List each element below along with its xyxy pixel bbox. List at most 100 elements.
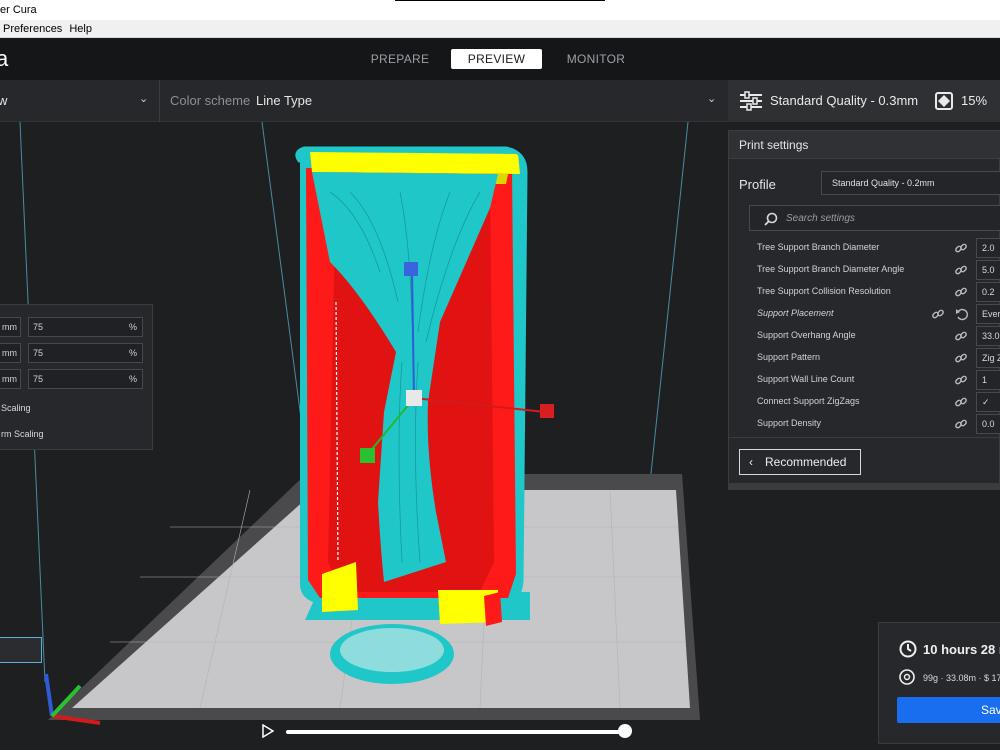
setting-row: Tree Support Branch Diameter 2.0	[729, 237, 1000, 259]
setting-value[interactable]: 2.0	[976, 238, 1000, 258]
view-type-value[interactable]: w	[0, 93, 7, 108]
infill-icon	[935, 92, 953, 110]
print-estimate-panel: 10 hours 28 m 99g · 33.08m · $ 17. Sav	[878, 622, 1000, 744]
link-icon[interactable]	[954, 285, 968, 299]
percent-unit: %	[128, 348, 137, 358]
titlebar-accent	[395, 0, 605, 1]
link-icon[interactable]	[931, 307, 945, 321]
gizmo-center-handle	[406, 390, 422, 406]
material-estimate: 99g · 33.08m · $ 17.	[923, 673, 1000, 683]
toolbar-divider	[159, 80, 160, 122]
scale-x-percent[interactable]: 75%	[28, 317, 143, 337]
link-icon[interactable]	[954, 395, 968, 409]
setting-label: Support Pattern	[757, 352, 821, 362]
setting-label: Tree Support Branch Diameter	[757, 242, 880, 252]
setting-value[interactable]: 5.0	[976, 260, 1000, 280]
scale-z-mm[interactable]: mm	[0, 369, 21, 389]
color-scheme-label: Color scheme	[170, 93, 251, 108]
scale-x-value: 75	[33, 322, 44, 332]
chevron-left-icon: ‹	[749, 455, 753, 469]
left-tool-field[interactable]	[0, 637, 42, 663]
setting-row: Support Wall Line Count 1	[729, 369, 1000, 391]
scale-x-mm[interactable]: mm	[0, 317, 21, 337]
filament-icon	[899, 669, 915, 685]
percent-unit: %	[128, 322, 137, 332]
clock-icon	[899, 640, 917, 658]
setting-label: Support Placement	[757, 308, 834, 318]
tab-monitor[interactable]: MONITOR	[556, 49, 636, 69]
setting-label: Support Density	[757, 418, 822, 428]
window-titlebar: er Cura	[0, 0, 1000, 20]
link-icon[interactable]	[954, 373, 968, 387]
setting-row: Connect Support ZigZags ✓	[729, 391, 1000, 413]
scale-y-mm[interactable]: mm	[0, 343, 21, 363]
menu-preferences[interactable]: Preferences	[3, 23, 62, 35]
scale-y-value: 75	[33, 348, 44, 358]
search-settings-input[interactable]: Search settings	[749, 205, 1000, 231]
search-icon	[764, 212, 778, 226]
setting-value[interactable]: Zig Z	[976, 348, 1000, 368]
simulation-slider-track[interactable]	[286, 730, 626, 734]
scale-z-value: 75	[33, 374, 44, 384]
search-placeholder: Search settings	[786, 213, 855, 224]
setting-label: Support Overhang Angle	[757, 330, 856, 340]
link-icon[interactable]	[954, 417, 968, 431]
chevron-down-icon[interactable]: ⌄	[139, 92, 148, 105]
link-icon[interactable]	[954, 263, 968, 277]
setting-row: Support Placement Ever	[729, 303, 1000, 325]
setting-row: Support Pattern Zig Z	[729, 347, 1000, 369]
quality-profile-label: Standard Quality - 0.3mm	[770, 93, 919, 108]
simulation-slider-handle[interactable]	[618, 724, 632, 738]
setting-label: Tree Support Collision Resolution	[757, 286, 891, 296]
recommended-label: Recommended	[765, 455, 847, 469]
infill-percentage: 15%	[961, 93, 988, 108]
window-title: er Cura	[0, 4, 37, 16]
link-icon[interactable]	[954, 329, 968, 343]
reset-icon[interactable]	[955, 307, 969, 321]
cura-window: er Cura Preferences Help a PREPARE PREVIE…	[0, 0, 1000, 750]
gizmo-z-handle	[404, 262, 418, 276]
setting-row: Support Overhang Angle 33.0	[729, 325, 1000, 347]
setting-row: Support Density 0.0	[729, 413, 1000, 435]
setting-label: Tree Support Branch Diameter Angle	[757, 264, 905, 274]
setting-value[interactable]: 0.2	[976, 282, 1000, 302]
color-scheme-select[interactable]: Line Type	[256, 93, 312, 108]
tab-preview[interactable]: PREVIEW	[451, 49, 542, 69]
link-icon[interactable]	[954, 351, 968, 365]
print-time: 10 hours 28 m	[923, 642, 1000, 657]
print-settings-title: Print settings	[739, 138, 809, 152]
setting-checkbox[interactable]: ✓	[976, 392, 1000, 412]
setting-label: Support Wall Line Count	[757, 374, 855, 384]
panel-divider	[729, 437, 1000, 438]
setting-value[interactable]: 33.0	[976, 326, 1000, 346]
snap-scaling-checkbox[interactable]: Scaling	[1, 403, 31, 413]
scale-z-percent[interactable]: 75%	[28, 369, 143, 389]
scale-tool-panel: mm 75% mm 75% mm 75% Scaling rm Scaling	[0, 304, 153, 450]
print-settings-panel: Print settings Profile Standard Quality …	[728, 130, 1000, 490]
tab-prepare[interactable]: PREPARE	[360, 49, 440, 69]
scale-y-percent[interactable]: 75%	[28, 343, 143, 363]
setting-value[interactable]: 0.0	[976, 414, 1000, 434]
print-setup-selector[interactable]: Standard Quality - 0.3mm 15%	[728, 80, 1000, 122]
save-to-disk-button[interactable]: Sav	[897, 697, 1000, 723]
settings-sliders-icon	[740, 91, 762, 111]
chevron-down-icon[interactable]: ⌄	[707, 92, 716, 105]
print-settings-header: Print settings	[729, 131, 1000, 159]
recommended-button[interactable]: ‹ Recommended	[739, 449, 861, 475]
setting-row: Tree Support Collision Resolution 0.2	[729, 281, 1000, 303]
app-logo: a	[0, 46, 9, 71]
profile-select[interactable]: Standard Quality - 0.2mm	[821, 171, 1000, 195]
setting-value[interactable]: 1	[976, 370, 1000, 390]
preview-toolbar: w ⌄ Color scheme Line Type ⌄	[0, 80, 728, 122]
percent-unit: %	[128, 374, 137, 384]
setting-value[interactable]: Ever	[976, 304, 1000, 324]
gizmo-x-handle	[540, 404, 554, 418]
uniform-scaling-checkbox[interactable]: rm Scaling	[1, 429, 44, 439]
profile-label: Profile	[739, 177, 776, 192]
setting-label: Connect Support ZigZags	[757, 396, 860, 406]
play-icon[interactable]	[262, 724, 274, 738]
setting-row: Tree Support Branch Diameter Angle 5.0	[729, 259, 1000, 281]
link-icon[interactable]	[954, 241, 968, 255]
menu-help[interactable]: Help	[69, 23, 92, 35]
panel-resize-handle[interactable]	[729, 483, 1000, 489]
